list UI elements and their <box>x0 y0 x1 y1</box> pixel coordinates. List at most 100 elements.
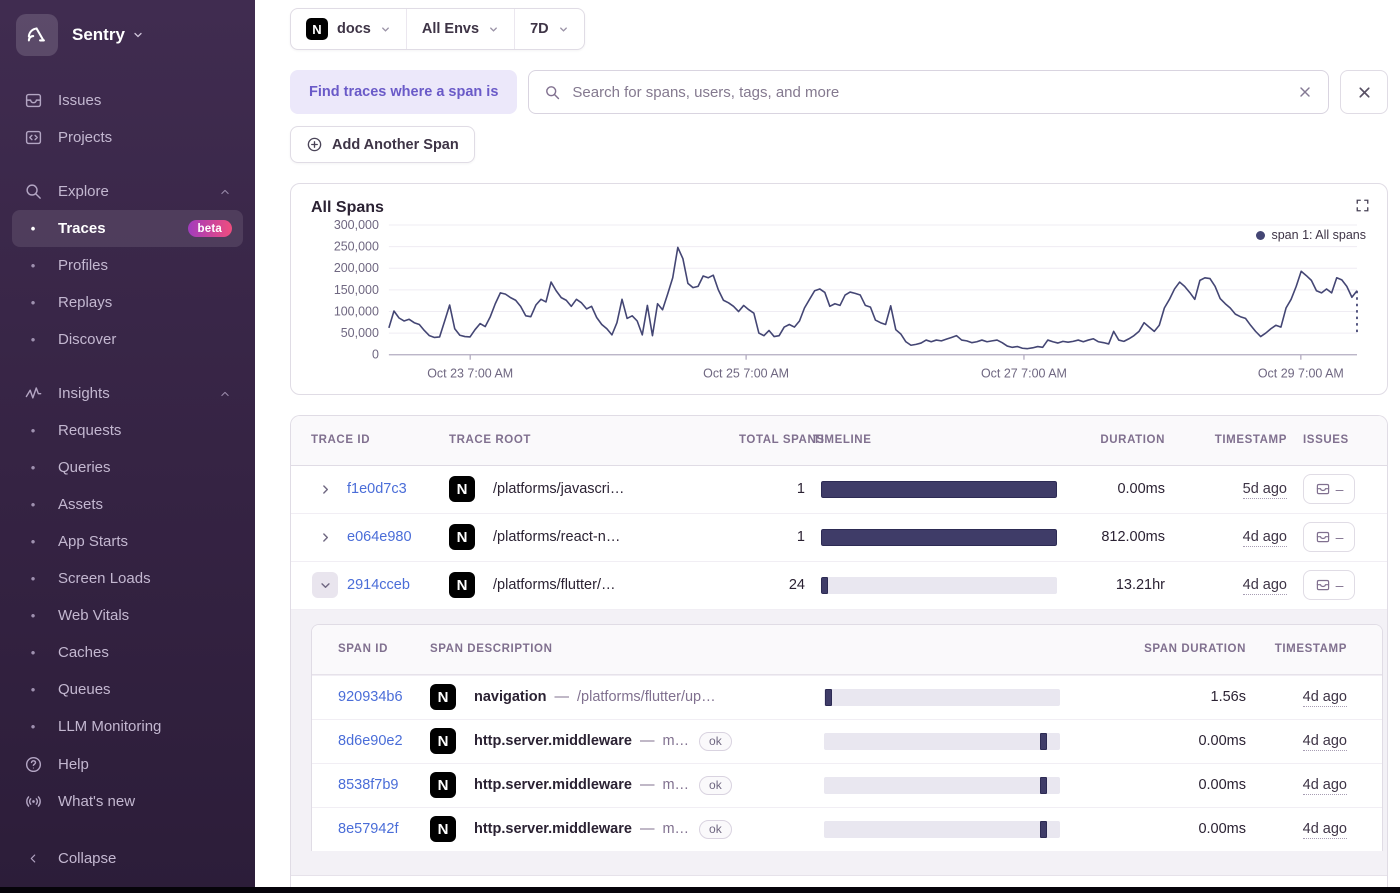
sidebar-item-caches[interactable]: • Caches <box>12 634 243 671</box>
bullet-icon: • <box>30 645 36 660</box>
expand-chart-icon[interactable] <box>1355 198 1370 218</box>
timestamp-link[interactable]: 4d ago <box>1302 777 1347 796</box>
sidebar-item-assets[interactable]: • Assets <box>12 486 243 523</box>
sidebar-item-llm-monitoring[interactable]: • LLM Monitoring <box>12 708 243 745</box>
issues-button[interactable]: – <box>1303 522 1355 553</box>
sentry-app: Sentry Issues Projects Explore • Traces beta •… <box>0 0 1400 893</box>
sidebar-section-explore[interactable]: Explore <box>12 173 243 210</box>
timestamp-cell: 5d ago <box>1185 481 1289 500</box>
span-op: http.server.middleware <box>474 777 632 794</box>
caret-up-icon <box>218 387 232 401</box>
add-another-span-button[interactable]: Add Another Span <box>290 126 475 163</box>
timestamp-link[interactable]: 4d ago <box>1302 689 1347 708</box>
collapse-label: Collapse <box>58 850 117 867</box>
timeline-cell <box>809 528 1057 546</box>
timestamp-link[interactable]: 4d ago <box>1242 529 1287 548</box>
sidebar-item-help[interactable]: Help <box>12 746 243 783</box>
platform-cell: N <box>426 684 470 711</box>
sidebar-item-label: Discover <box>58 331 117 348</box>
separator: — <box>639 733 655 750</box>
bullet-icon: • <box>30 460 36 475</box>
trace-id-link[interactable]: e064e980 <box>347 529 412 545</box>
issues-icon <box>23 91 43 110</box>
whats-new-icon <box>23 792 43 811</box>
svg-text:250,000: 250,000 <box>334 240 379 254</box>
find-traces-chip[interactable]: Find traces where a span is <box>290 70 518 114</box>
sidebar-item-label: Replays <box>58 294 113 311</box>
org-switcher[interactable]: Sentry <box>0 14 255 56</box>
span-id-cell: 8d6e90e2 <box>334 733 426 749</box>
search-icon <box>544 84 561 101</box>
sidebar-item-label: Profiles <box>58 257 109 274</box>
svg-text:150,000: 150,000 <box>334 283 379 297</box>
separator: — <box>554 689 570 706</box>
environment-selector[interactable]: All Envs <box>405 9 514 49</box>
project-selector[interactable]: N docs <box>291 9 406 49</box>
sidebar-item-screen-loads[interactable]: • Screen Loads <box>12 560 243 597</box>
search-input[interactable] <box>572 83 1286 101</box>
issues-cell: – <box>1289 570 1373 601</box>
timestamp-link[interactable]: 4d ago <box>1302 733 1347 752</box>
add-another-span-label: Add Another Span <box>332 136 459 153</box>
span-timeline-bar <box>824 776 1060 794</box>
chart-legend-item[interactable]: span 1: All spans <box>1256 228 1366 242</box>
sentry-logo <box>16 14 58 56</box>
expand-trace-button[interactable] <box>312 572 338 599</box>
sidebar-item-queries[interactable]: • Queries <box>12 449 243 486</box>
sidebar-item-traces[interactable]: • Traces beta <box>12 210 243 247</box>
column-header: TRACE ROOT <box>449 434 532 447</box>
timestamp-link[interactable]: 5d ago <box>1242 481 1287 500</box>
trace-timeline-bar <box>821 480 1057 498</box>
span-id-link[interactable]: 8538f7b9 <box>338 777 398 793</box>
sidebar-item-web-vitals[interactable]: • Web Vitals <box>12 597 243 634</box>
bullet-icon: • <box>30 295 36 310</box>
span-duration-value: 0.00ms <box>1198 733 1246 750</box>
span-id-link[interactable]: 8d6e90e2 <box>338 733 403 749</box>
trace-id-link[interactable]: 2914cceb <box>347 577 410 593</box>
issues-small-icon <box>1315 529 1331 545</box>
platform-cell: N <box>426 728 470 755</box>
span-id-link[interactable]: 8e57942f <box>338 821 398 837</box>
timestamp-link[interactable]: 4d ago <box>1302 821 1347 840</box>
span-id-link[interactable]: 920934b6 <box>338 689 403 705</box>
timeline-marker <box>1040 776 1048 794</box>
svg-text:Oct 27 7:00 AM: Oct 27 7:00 AM <box>981 367 1067 381</box>
sidebar-item-label: LLM Monitoring <box>58 718 162 735</box>
date-range-selector[interactable]: 7D <box>514 9 584 49</box>
chevron-down-icon <box>488 24 499 35</box>
expand-trace-button[interactable] <box>312 476 338 502</box>
sidebar-section-insights[interactable]: Insights <box>12 375 243 412</box>
expand-trace-button[interactable] <box>312 524 338 550</box>
sidebar-item-what-s-new[interactable]: What's new <box>12 783 243 820</box>
span-desc-text: /platforms/flutter/up… <box>577 689 716 706</box>
sidebar-item-replays[interactable]: • Replays <box>12 284 243 321</box>
issues-button[interactable]: – <box>1303 474 1355 505</box>
sidebar-item-queues[interactable]: • Queues <box>12 671 243 708</box>
trace-id-cell: 2914cceb <box>343 577 445 593</box>
timestamp-link[interactable]: 4d ago <box>1242 577 1287 596</box>
bullet-icon: • <box>30 258 36 273</box>
sidebar-item-requests[interactable]: • Requests <box>12 412 243 449</box>
sidebar-item-profiles[interactable]: • Profiles <box>12 247 243 284</box>
trace-id-link[interactable]: f1e0d7c3 <box>347 481 407 497</box>
timestamp-cell: 4d ago <box>1250 689 1351 708</box>
timestamp-cell: 4d ago <box>1250 733 1351 752</box>
span-duration-value: 0.00ms <box>1198 821 1246 838</box>
timestamp-cell: 4d ago <box>1185 577 1289 596</box>
trace-table-header: TRACE ID TRACE ROOT TOTAL SPANS TIMELINE DUR… <box>291 415 1387 466</box>
span-search-box <box>528 70 1329 114</box>
clear-search-icon[interactable] <box>1297 84 1313 100</box>
span-op: http.server.middleware <box>474 821 632 838</box>
remove-span-condition-button[interactable] <box>1340 70 1388 114</box>
sidebar-item-discover[interactable]: • Discover <box>12 321 243 358</box>
sidebar-item-projects[interactable]: Projects <box>12 119 243 156</box>
project-selector-label: docs <box>337 21 371 37</box>
sidebar-item-app-starts[interactable]: • App Starts <box>12 523 243 560</box>
column-header: SPAN DURATION <box>1144 643 1246 656</box>
sidebar-item-issues[interactable]: Issues <box>12 82 243 119</box>
sidebar-item-label: Screen Loads <box>58 570 151 587</box>
issues-button[interactable]: – <box>1303 570 1355 601</box>
sidebar-collapse-button[interactable]: Collapse <box>12 840 243 877</box>
issues-count: – <box>1335 577 1344 594</box>
